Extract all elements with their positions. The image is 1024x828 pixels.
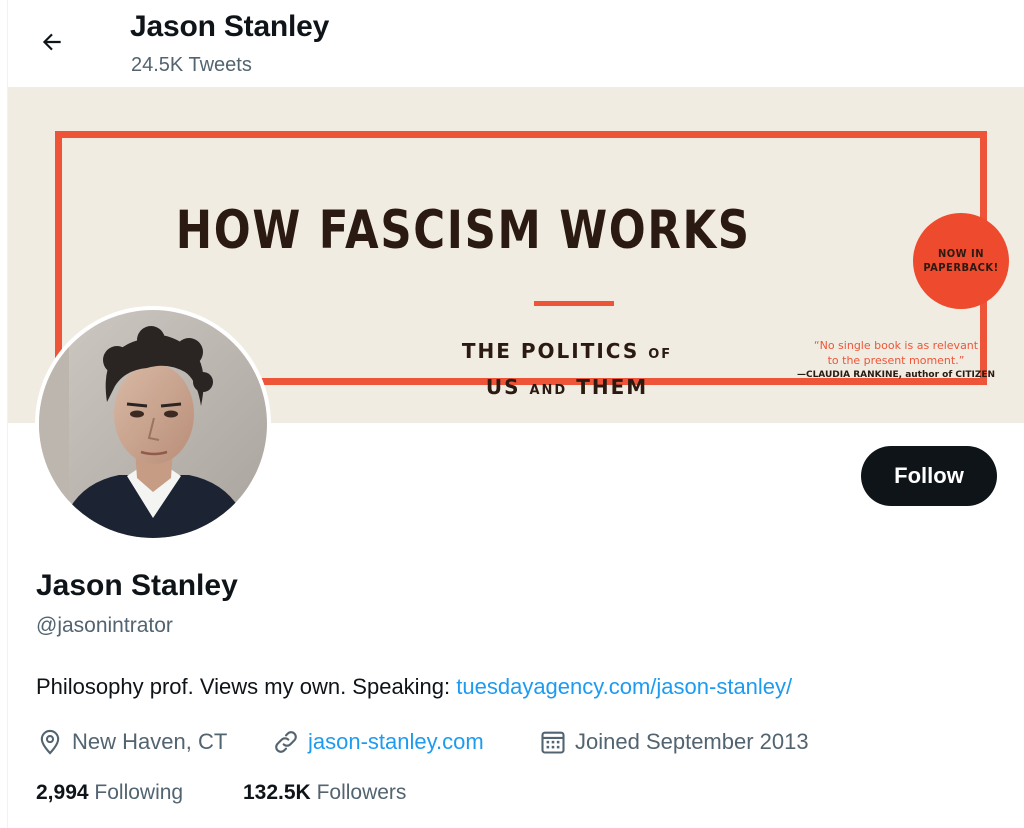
link-icon [275, 731, 297, 753]
profile-handle: @jasonintrator [36, 614, 173, 637]
header-tweet-count: 24.5K Tweets [131, 54, 252, 76]
banner-paperback-badge: NOW IN PAPERBACK! [913, 213, 1009, 309]
calendar-icon [541, 731, 565, 754]
banner-divider [534, 301, 614, 306]
avatar[interactable] [35, 306, 271, 542]
follow-button[interactable]: Follow [861, 446, 997, 506]
bio-text: Philosophy prof. Views my own. Speaking: [36, 674, 457, 699]
profile-name: Jason Stanley [36, 569, 238, 602]
profile-bio: Philosophy prof. Views my own. Speaking:… [36, 674, 792, 700]
followers-count: 132.5K [243, 781, 311, 804]
banner-subtitle: THE POLITICS OF US AND THEM [461, 339, 673, 399]
location-pin-icon [40, 729, 60, 755]
arrow-left-icon [42, 33, 61, 51]
followers-stat[interactable]: 132.5K Followers [243, 781, 406, 805]
profile-website[interactable]: jason-stanley.com [272, 728, 484, 756]
profile-joined: Joined September 2013 [539, 728, 809, 756]
followers-label: Followers [316, 781, 407, 804]
following-label: Following [94, 781, 184, 804]
avatar-photo [39, 310, 267, 538]
website-link[interactable]: jason-stanley.com [308, 729, 484, 755]
profile-page: Jason Stanley 24.5K Tweets HOW FASCISM W… [0, 0, 1024, 828]
header-title: Jason Stanley [130, 10, 330, 43]
banner-book-title: HOW FASCISM WORKS [175, 200, 751, 261]
back-button[interactable] [30, 20, 74, 64]
banner-quote: “No single book is as relevant to the pr… [796, 339, 996, 380]
following-stat[interactable]: 2,994 Following [36, 781, 183, 805]
bio-link[interactable]: tuesdayagency.com/jason-stanley/ [456, 674, 792, 699]
following-count: 2,994 [36, 781, 89, 804]
profile-location: New Haven, CT [36, 728, 227, 756]
